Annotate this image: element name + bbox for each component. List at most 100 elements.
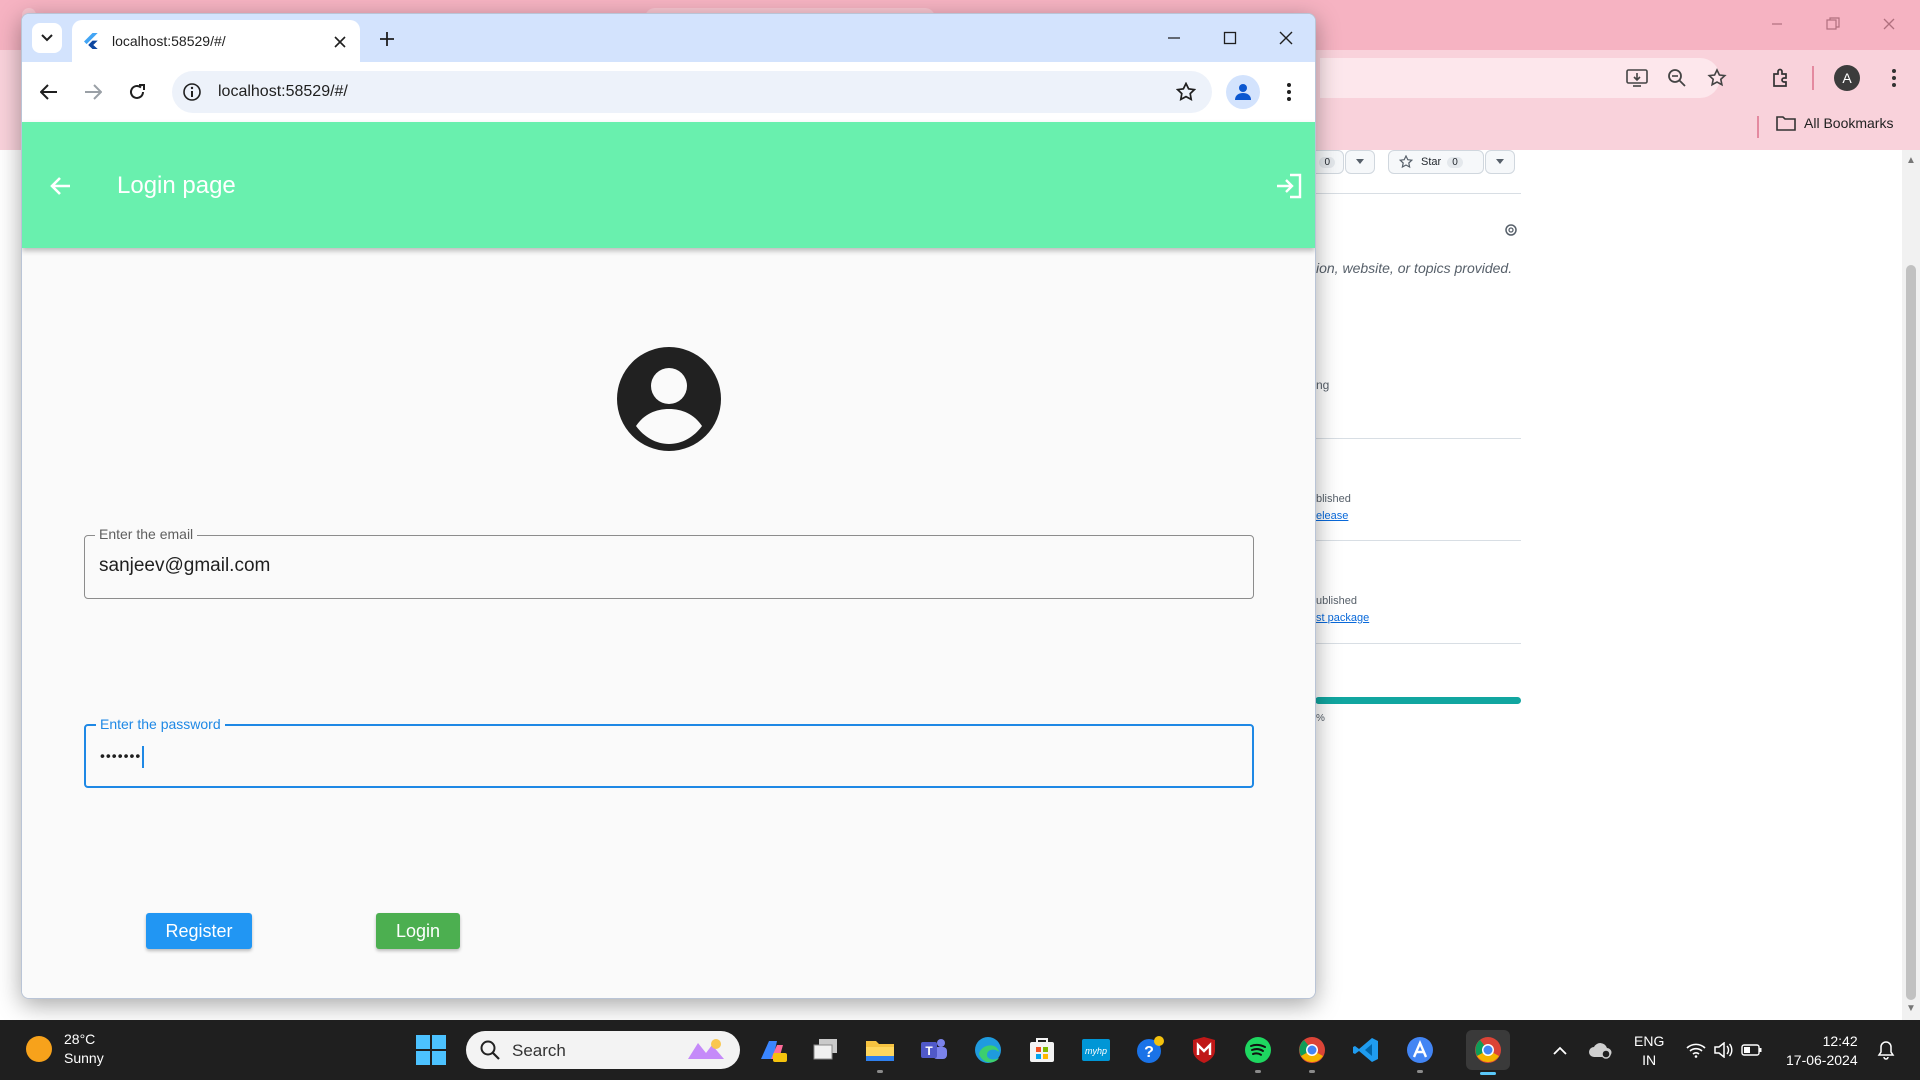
svg-text:T: T (925, 1044, 933, 1058)
sun-icon (26, 1036, 52, 1062)
scroll-thumb[interactable] (1906, 265, 1916, 1000)
new-tab-button[interactable] (374, 26, 400, 52)
tab-close-button[interactable] (330, 32, 350, 52)
volume-icon[interactable] (1712, 1038, 1736, 1062)
background-profile-avatar[interactable]: A (1834, 65, 1860, 91)
browser-tab[interactable]: localhost:58529/#/ (72, 20, 360, 62)
arrow-left-icon (50, 177, 70, 195)
wifi-icon[interactable] (1684, 1038, 1708, 1062)
reload-button[interactable] (122, 77, 152, 107)
file-explorer-icon[interactable] (862, 1032, 898, 1073)
url-text: localhost:58529/#/ (218, 83, 348, 100)
myhp-icon[interactable]: myhp (1078, 1032, 1114, 1068)
language-indicator[interactable]: ENG IN (1634, 1032, 1664, 1070)
arrow-left-icon (40, 84, 57, 100)
repo-action-buttons: 0 Star 0 (1300, 150, 1520, 174)
packages-status: ublished (1316, 595, 1357, 607)
popup-titlebar: localhost:58529/#/ (22, 14, 1315, 62)
language-percent: % (1316, 713, 1325, 724)
store-icon[interactable] (1024, 1032, 1060, 1068)
svg-text:myhp: myhp (1085, 1046, 1107, 1056)
tray-overflow-icon[interactable] (1548, 1038, 1572, 1062)
vscode-icon[interactable] (1348, 1032, 1384, 1068)
install-app-icon[interactable] (1623, 64, 1651, 92)
person-icon (1235, 84, 1251, 100)
bookmark-star-icon[interactable] (1176, 82, 1196, 102)
copilot-icon[interactable] (754, 1032, 790, 1068)
taskbar-search[interactable]: Search (466, 1031, 740, 1069)
login-button[interactable]: Login (376, 913, 460, 949)
popup-minimize-button[interactable] (1156, 24, 1192, 52)
reload-icon (130, 84, 145, 99)
android-studio-icon[interactable] (1402, 1032, 1438, 1073)
plus-icon (380, 32, 394, 46)
battery-icon[interactable] (1740, 1038, 1764, 1062)
toolbar-separator (1812, 66, 1814, 90)
scroll-up-arrow[interactable]: ▲ (1906, 156, 1916, 166)
taskbar-clock[interactable]: 12:42 17-06-2024 (1786, 1032, 1858, 1070)
password-field[interactable]: Enter the password ••••••• (84, 716, 1254, 788)
tab-search-button[interactable] (32, 23, 62, 53)
email-field[interactable]: Enter the email sanjeev@gmail.com (84, 526, 1254, 599)
login-icon-button[interactable] (1271, 168, 1307, 204)
password-field-label: Enter the password (96, 716, 225, 732)
page-title: Login page (117, 172, 236, 199)
star-icon (1399, 155, 1413, 169)
back-button[interactable] (34, 77, 64, 107)
start-button[interactable] (416, 1035, 446, 1065)
mcafee-icon[interactable] (1186, 1032, 1222, 1068)
onedrive-icon[interactable] (1588, 1038, 1612, 1062)
spotify-icon[interactable] (1240, 1032, 1276, 1073)
bookmark-star-icon[interactable] (1703, 64, 1731, 92)
browser-menu-button[interactable] (1274, 77, 1304, 107)
appbar-back-button[interactable] (40, 166, 80, 206)
close-icon (1883, 18, 1895, 30)
about-text: ion, website, or topics provided. (1316, 260, 1513, 276)
popup-toolbar: localhost:58529/#/ (22, 62, 1315, 122)
star-button[interactable]: Star 0 (1388, 150, 1484, 174)
site-info-icon[interactable] (182, 82, 202, 102)
background-restore-button[interactable] (1818, 10, 1848, 38)
search-icon (480, 1040, 500, 1060)
package-link[interactable]: st package (1316, 612, 1369, 624)
address-bar[interactable]: localhost:58529/#/ (172, 71, 1212, 113)
scroll-down-arrow[interactable]: ▼ (1906, 1004, 1916, 1014)
release-link[interactable]: elease (1316, 510, 1348, 522)
divider (1315, 540, 1521, 541)
password-field-value: ••••••• (100, 746, 145, 768)
background-close-button[interactable] (1874, 10, 1904, 38)
popup-browser-window: localhost:58529/#/ localhost:58529/#/ Lo… (21, 13, 1316, 999)
popup-close-button[interactable] (1268, 24, 1304, 52)
notification-bell-icon[interactable] (1874, 1038, 1898, 1062)
windows-icon (416, 1035, 446, 1065)
all-bookmarks-button[interactable]: All Bookmarks (1776, 115, 1893, 131)
weather-widget[interactable]: 28°C Sunny (26, 1030, 104, 1068)
background-minimize-button[interactable] (1762, 10, 1792, 38)
arrow-right-icon (85, 84, 102, 100)
search-highlight-icon (682, 1035, 730, 1065)
clock-date: 17-06-2024 (1786, 1052, 1858, 1068)
chrome-icon[interactable] (1294, 1032, 1330, 1073)
background-omnibox[interactable] (1320, 58, 1720, 98)
chrome-active-icon[interactable] (1466, 1030, 1510, 1075)
popup-maximize-button[interactable] (1212, 24, 1248, 52)
background-menu-icon[interactable] (1880, 64, 1908, 92)
app-bar: Login page (22, 122, 1315, 248)
minimize-icon (1168, 37, 1180, 39)
restore-icon (1826, 17, 1840, 30)
help-icon[interactable]: ? (1132, 1032, 1168, 1068)
zoom-icon[interactable] (1663, 64, 1691, 92)
star-dropdown[interactable] (1485, 150, 1515, 174)
forward-button[interactable] (78, 77, 108, 107)
edge-icon[interactable] (970, 1032, 1006, 1068)
profile-avatar[interactable] (1226, 75, 1260, 109)
background-scrollbar[interactable]: ▲ ▼ (1902, 150, 1920, 1020)
about-settings-icon[interactable] (1503, 222, 1519, 238)
register-button[interactable]: Register (146, 913, 252, 949)
caret-down-icon (1496, 159, 1504, 164)
extensions-icon[interactable] (1767, 64, 1795, 92)
task-view-icon[interactable] (808, 1032, 844, 1068)
taskbar: 28°C Sunny Search T myhp ? ENG IN 12:42 … (0, 1020, 1920, 1080)
watch-dropdown[interactable] (1345, 150, 1375, 174)
teams-icon[interactable]: T (916, 1032, 952, 1068)
